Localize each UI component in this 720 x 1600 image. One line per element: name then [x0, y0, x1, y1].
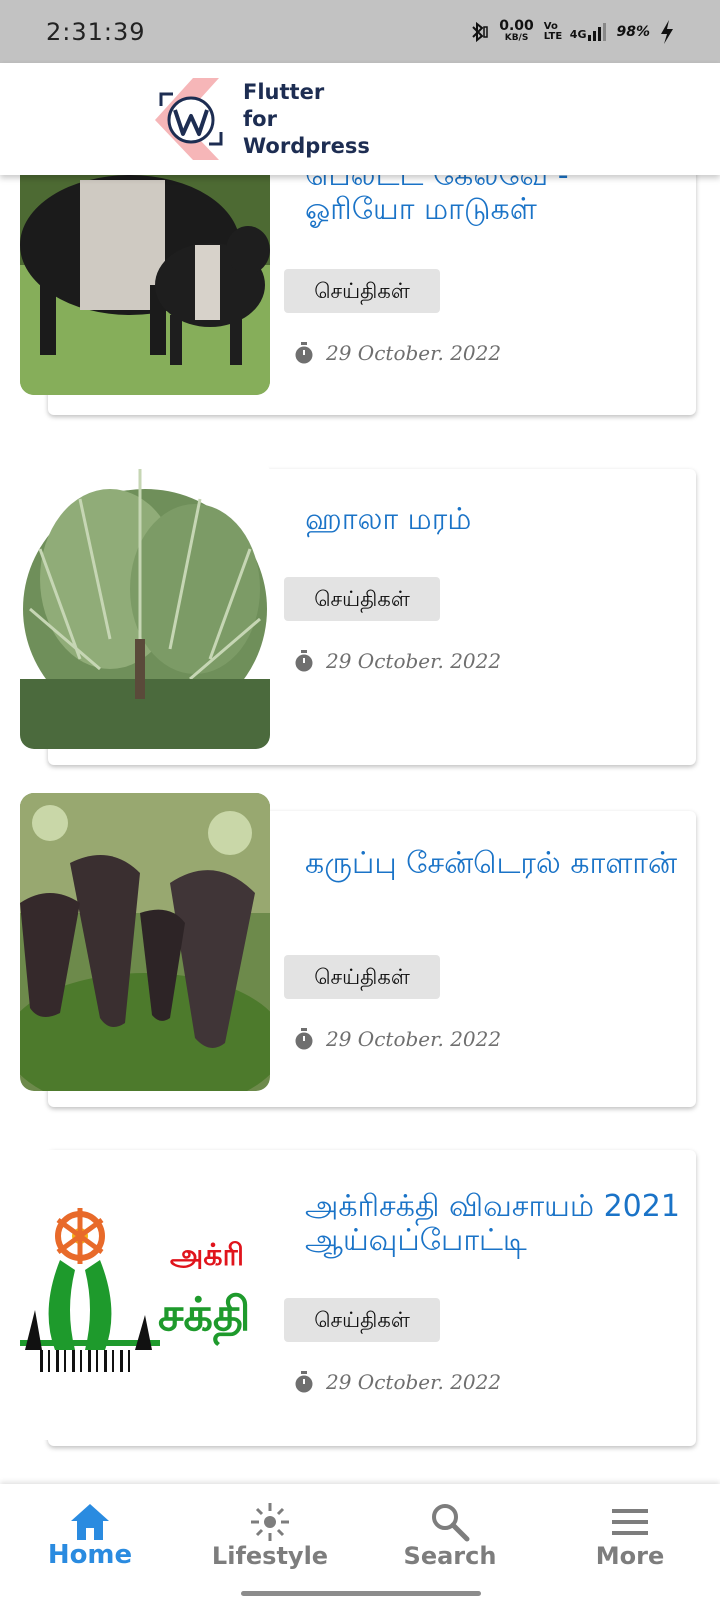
cattle-image [20, 175, 270, 395]
app-logo-text: Flutter for Wordpress [243, 80, 370, 158]
article-date: 29 October. 2022 [294, 649, 501, 673]
screwpine-tree-image [20, 459, 270, 749]
menu-icon [612, 1509, 648, 1535]
article-item[interactable]: அக்ரி சக்தி அக்ரிசக்தி விவசாயம் 2021 ஆய்… [0, 1150, 720, 1460]
search-icon [432, 1504, 470, 1542]
bottom-navigation: Home Lifestyle Search More [0, 1484, 720, 1600]
status-time: 2:31:39 [46, 17, 146, 46]
article-item[interactable]: கருப்பு சேன்டெரல் காளான் செய்திகள் 29 Oc… [0, 793, 720, 1123]
nav-more[interactable]: More [540, 1484, 720, 1600]
charging-icon [661, 19, 673, 44]
article-title[interactable]: பெல்ட்ட் கேல்வே - ஓரியோ மாடுகள் [305, 175, 685, 227]
nav-lifestyle[interactable]: Lifestyle [180, 1484, 360, 1600]
home-icon [71, 1504, 109, 1540]
article-thumbnail[interactable] [20, 793, 270, 1091]
lifestyle-icon [251, 1503, 289, 1541]
article-date: 29 October. 2022 [294, 341, 501, 365]
article-date: 29 October. 2022 [294, 1027, 501, 1051]
category-chip[interactable]: செய்திகள் [284, 955, 440, 999]
timer-icon [295, 650, 313, 672]
timer-icon [295, 1371, 313, 1393]
agrisakthi-logo-image: அக்ரி சக்தி [20, 1150, 270, 1440]
category-chip[interactable]: செய்திகள் [284, 577, 440, 621]
article-thumbnail[interactable] [20, 175, 270, 395]
home-indicator[interactable] [241, 1591, 481, 1596]
article-thumbnail[interactable] [20, 459, 270, 749]
net-speed: 0.00 KB/S [499, 17, 534, 43]
signal-icon: 4G [570, 22, 607, 41]
nav-home[interactable]: Home [0, 1484, 180, 1600]
timer-icon [295, 342, 313, 364]
status-icons: 0.00 KB/S Vo LTE 4G 98% [467, 17, 674, 44]
article-date: 29 October. 2022 [294, 1370, 501, 1394]
category-chip[interactable]: செய்திகள் [284, 269, 440, 313]
black-chanterelle-mushroom-image [20, 793, 270, 1091]
article-title[interactable]: ஹாலா மரம் [305, 503, 685, 537]
nav-search[interactable]: Search [360, 1484, 540, 1600]
article-list[interactable]: பெல்ட்ட் கேல்வே - ஓரியோ மாடுகள் செய்திகள… [0, 175, 720, 1485]
article-item[interactable]: பெல்ட்ட் கேல்வே - ஓரியோ மாடுகள் செய்திகள… [0, 175, 720, 435]
status-bar: 2:31:39 0.00 KB/S Vo LTE 4G 98% [0, 0, 720, 63]
article-title[interactable]: அக்ரிசக்தி விவசாயம் 2021 ஆய்வுப்போட்டி [305, 1190, 685, 1258]
article-item[interactable]: ஹாலா மரம் செய்திகள் 29 October. 2022 [0, 459, 720, 769]
volte-indicator: Vo LTE [543, 20, 563, 42]
timer-icon [295, 1028, 313, 1050]
battery-level: 98% [616, 23, 650, 40]
app-bar: Flutter for Wordpress [0, 63, 720, 175]
bluetooth-icon [472, 21, 488, 42]
svg-text:சக்தி: சக்தி [158, 1287, 251, 1346]
svg-text:அக்ரி: அக்ரி [170, 1238, 244, 1273]
wordpress-logo-icon [155, 78, 223, 160]
category-chip[interactable]: செய்திகள் [284, 1298, 440, 1342]
article-thumbnail[interactable]: அக்ரி சக்தி [20, 1150, 270, 1440]
article-title[interactable]: கருப்பு சேன்டெரல் காளான் [305, 847, 685, 881]
